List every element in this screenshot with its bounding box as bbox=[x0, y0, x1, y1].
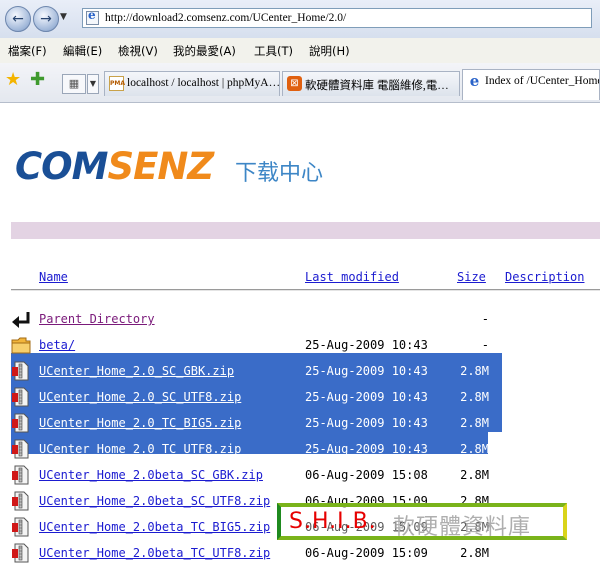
tab-label: Index of /UCenter_Home/2.0 bbox=[485, 75, 599, 87]
list-item: UCenter_Home_2.0beta_SC_GBK.zip 06-Aug-20… bbox=[0, 464, 600, 486]
file-size: 2.8M bbox=[460, 416, 489, 430]
page-content: COMSENZ 下载中心 Name Last modified Size Des… bbox=[0, 103, 600, 572]
banner-strip bbox=[11, 222, 600, 239]
watermark: S.H.I.B. 軟硬體資料庫 bbox=[277, 503, 567, 540]
file-size: 2.8M bbox=[460, 364, 489, 378]
favorites-star-icon[interactable]: ★ bbox=[5, 69, 21, 90]
file-modified: 06-Aug-2009 15:09 bbox=[305, 546, 428, 560]
zip-file-icon bbox=[12, 413, 29, 433]
download-center-title: 下载中心 bbox=[235, 161, 324, 186]
file-link[interactable]: UCenter_Home_2.0beta_TC_BIG5.zip bbox=[39, 520, 270, 534]
address-text[interactable]: http://download2.comsenz.com/UCenter_Hom… bbox=[105, 12, 346, 24]
address-field[interactable]: http://download2.comsenz.com/UCenter_Hom… bbox=[82, 8, 592, 28]
watermark-text: S.H.I.B. bbox=[289, 509, 377, 534]
phpmyadmin-icon: PMA bbox=[109, 76, 125, 91]
list-item: UCenter_Home_2.0_SC_GBK.zip 25-Aug-2009 1… bbox=[0, 360, 600, 382]
address-toolbar: ← → ▼ http://download2.comsenz.com/UCent… bbox=[0, 0, 600, 39]
forward-button[interactable]: → bbox=[33, 6, 59, 32]
tab-label: localhost / localhost | phpMyA… bbox=[127, 77, 280, 89]
file-size: - bbox=[481, 312, 489, 326]
file-link[interactable]: UCenter_Home_2.0_SC_UTF8.zip bbox=[39, 390, 241, 404]
tab-list-dropdown[interactable]: ▼ bbox=[87, 74, 99, 94]
file-size: 2.8M bbox=[460, 546, 489, 560]
comsenz-logo: COMSENZ bbox=[15, 145, 214, 188]
file-size: 2.8M bbox=[460, 390, 489, 404]
menu-bar: 檔案(F) 編輯(E) 檢視(V) 我的最愛(A) 工具(T) 說明(H) bbox=[0, 38, 600, 64]
zip-file-icon bbox=[12, 517, 29, 537]
file-size: 2.8M bbox=[460, 468, 489, 482]
file-link[interactable]: UCenter_Home_2.0_TC_UTF8.zip bbox=[39, 442, 241, 456]
header-size[interactable]: Size bbox=[457, 270, 486, 284]
header-last-modified[interactable]: Last modified bbox=[305, 270, 399, 284]
tab-phpmyadmin[interactable]: PMA localhost / localhost | phpMyA… bbox=[104, 71, 280, 96]
page-icon bbox=[86, 8, 99, 25]
list-item: UCenter_Home_2.0_TC_BIG5.zip 25-Aug-2009 … bbox=[0, 412, 600, 434]
header-description[interactable]: Description bbox=[505, 270, 584, 284]
file-modified: 25-Aug-2009 10:43 bbox=[305, 416, 428, 430]
tab-bar: ★ ✚ ▦ ▼ PMA localhost / localhost | phpM… bbox=[0, 63, 600, 103]
menu-tools[interactable]: 工具(T) bbox=[254, 43, 293, 59]
list-item: UCenter_Home_2.0_SC_UTF8.zip 25-Aug-2009 … bbox=[0, 386, 600, 408]
back-button[interactable]: ← bbox=[5, 6, 31, 32]
list-item: UCenter_Home_2.0_TC_UTF8.zip 25-Aug-2009 … bbox=[0, 438, 600, 460]
file-modified: 25-Aug-2009 10:43 bbox=[305, 442, 428, 456]
back-arrow-icon bbox=[12, 312, 30, 328]
menu-favorites[interactable]: 我的最愛(A) bbox=[173, 43, 236, 59]
zip-file-icon bbox=[12, 387, 29, 407]
file-link[interactable]: UCenter_Home_2.0beta_SC_UTF8.zip bbox=[39, 494, 270, 508]
header-name[interactable]: Name bbox=[39, 270, 68, 284]
file-link[interactable]: beta/ bbox=[39, 338, 75, 352]
tab-label: 軟硬體資料庫 電腦維修,電… bbox=[305, 80, 449, 92]
file-link[interactable]: UCenter_Home_2.0_TC_BIG5.zip bbox=[39, 416, 241, 430]
file-link[interactable]: Parent Directory bbox=[39, 312, 155, 326]
file-size: - bbox=[481, 338, 489, 352]
site-favicon-icon: ⊠ bbox=[287, 76, 302, 91]
list-item: UCenter_Home_2.0beta_TC_UTF8.zip 06-Aug-2… bbox=[0, 542, 600, 564]
ie-page-icon: e bbox=[469, 72, 480, 90]
file-link[interactable]: UCenter_Home_2.0beta_TC_UTF8.zip bbox=[39, 546, 270, 560]
menu-help[interactable]: 說明(H) bbox=[309, 43, 350, 59]
zip-file-icon bbox=[12, 361, 29, 381]
file-modified: 25-Aug-2009 10:43 bbox=[305, 338, 428, 352]
file-link[interactable]: UCenter_Home_2.0_SC_GBK.zip bbox=[39, 364, 234, 378]
menu-view[interactable]: 檢視(V) bbox=[118, 43, 158, 59]
file-modified: 25-Aug-2009 10:43 bbox=[305, 364, 428, 378]
zip-file-icon bbox=[12, 491, 29, 511]
list-item: Parent Directory - bbox=[0, 308, 600, 330]
file-size: 2.8M bbox=[460, 442, 489, 456]
watermark-text-cn: 軟硬體資料庫 bbox=[393, 515, 532, 540]
folder-icon bbox=[11, 337, 31, 354]
file-link[interactable]: UCenter_Home_2.0beta_SC_GBK.zip bbox=[39, 468, 263, 482]
add-favorite-icon[interactable]: ✚ bbox=[30, 69, 45, 90]
header-divider bbox=[11, 289, 600, 291]
zip-file-icon bbox=[12, 465, 29, 485]
menu-file[interactable]: 檔案(F) bbox=[8, 43, 47, 59]
zip-file-icon bbox=[12, 543, 29, 563]
history-dropdown-icon[interactable]: ▼ bbox=[60, 12, 67, 22]
tab-software-db[interactable]: ⊠ 軟硬體資料庫 電腦維修,電… bbox=[282, 71, 460, 96]
zip-file-icon bbox=[12, 439, 29, 459]
file-modified: 25-Aug-2009 10:43 bbox=[305, 390, 428, 404]
list-item: beta/25-Aug-2009 10:43 - bbox=[0, 334, 600, 356]
quick-tabs-button[interactable]: ▦ bbox=[62, 74, 86, 94]
menu-edit[interactable]: 編輯(E) bbox=[63, 43, 102, 59]
tab-index-ucenter[interactable]: e Index of /UCenter_Home/2.0 bbox=[462, 69, 600, 100]
file-modified: 06-Aug-2009 15:08 bbox=[305, 468, 428, 482]
